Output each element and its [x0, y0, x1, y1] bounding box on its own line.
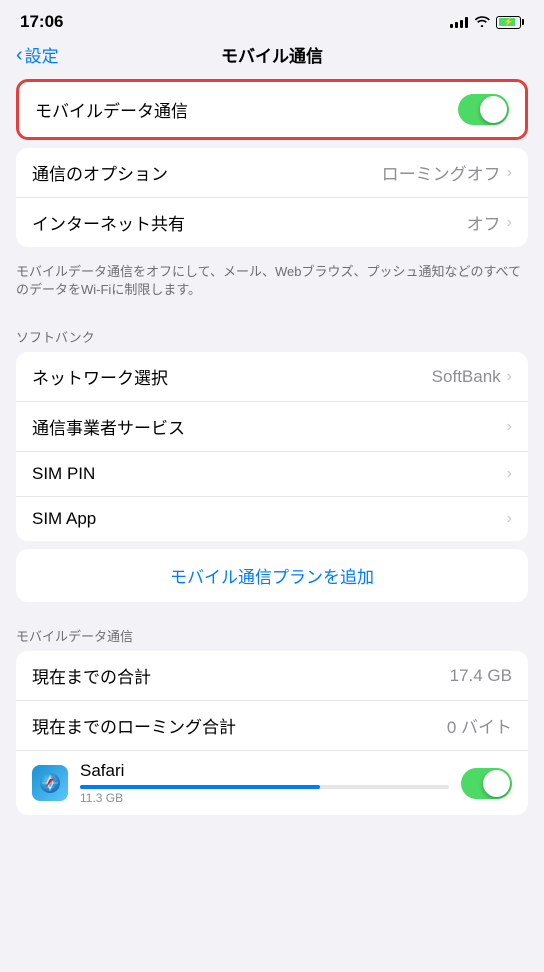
mobile-data-note: モバイルデータ通信をオフにして、メール、Webブラウズ、プッシュ通知などのすべて… [0, 255, 544, 311]
back-chevron-icon: ‹ [16, 45, 23, 65]
usage-section-label: モバイルデータ通信 [0, 610, 544, 651]
hotspot-chevron-icon: › [507, 214, 512, 232]
toggle-thumb [480, 96, 507, 123]
roaming-usage-row: 現在までのローミング合計 0 バイト [16, 701, 528, 751]
sim-app-label: SIM App [32, 509, 96, 529]
carrier-service-right: › [507, 418, 512, 436]
mobile-data-row: モバイルデータ通信 [19, 82, 525, 137]
mobile-data-label: モバイルデータ通信 [35, 97, 188, 122]
sim-app-row[interactable]: SIM App › [16, 497, 528, 541]
back-label: 設定 [25, 42, 59, 67]
hotspot-value-group: オフ › [467, 210, 512, 235]
mobile-data-card: モバイルデータ通信 [16, 79, 528, 140]
carrier-card: ネットワーク選択 SoftBank › 通信事業者サービス › SIM PIN … [16, 352, 528, 541]
safari-toggle-thumb [483, 770, 510, 797]
options-value-group: ローミングオフ › [382, 160, 512, 185]
roaming-value: 0 バイト [447, 713, 512, 738]
safari-app-row: Safari 11.3 GB [16, 751, 528, 815]
status-bar: 17:06 ⚡ [0, 0, 544, 38]
carrier-service-chevron-icon: › [507, 418, 512, 436]
network-value: SoftBank [432, 367, 501, 387]
back-button[interactable]: ‹ 設定 [16, 42, 59, 67]
network-value-group: SoftBank › [432, 367, 512, 387]
safari-toggle[interactable] [461, 768, 512, 799]
status-icons: ⚡ [450, 15, 524, 30]
hotspot-row[interactable]: インターネット共有 オフ › [16, 198, 528, 247]
content-area: モバイルデータ通信 通信のオプション ローミングオフ › インターネット共有 オ… [0, 79, 544, 971]
network-chevron-icon: › [507, 368, 512, 386]
roaming-label: 現在までのローミング合計 [32, 713, 236, 738]
safari-usage-bar [80, 785, 320, 789]
safari-row-right [461, 768, 512, 799]
sim-app-chevron-icon: › [507, 510, 512, 528]
status-time: 17:06 [20, 12, 63, 32]
safari-app-info: Safari 11.3 GB [80, 761, 449, 805]
options-card: 通信のオプション ローミングオフ › インターネット共有 オフ › [16, 148, 528, 247]
hotspot-label: インターネット共有 [32, 210, 185, 235]
sim-pin-row[interactable]: SIM PIN › [16, 452, 528, 497]
add-plan-button[interactable]: モバイル通信プランを追加 [16, 549, 528, 602]
add-plan-card: モバイル通信プランを追加 [16, 549, 528, 602]
carrier-section-label: ソフトバンク [0, 311, 544, 352]
sim-pin-right: › [507, 465, 512, 483]
hotspot-value: オフ [467, 210, 501, 235]
safari-app-name: Safari [80, 761, 449, 781]
options-value: ローミングオフ [382, 160, 501, 185]
nav-bar: ‹ 設定 モバイル通信 [0, 38, 544, 79]
safari-usage-amount: 11.3 GB [80, 791, 449, 805]
options-chevron-icon: › [507, 164, 512, 182]
safari-usage-bar-wrap [80, 785, 449, 789]
carrier-service-row[interactable]: 通信事業者サービス › [16, 402, 528, 452]
sim-pin-label: SIM PIN [32, 464, 95, 484]
safari-icon [32, 765, 68, 801]
total-usage-row: 現在までの合計 17.4 GB [16, 651, 528, 701]
network-label: ネットワーク選択 [32, 364, 168, 389]
carrier-service-label: 通信事業者サービス [32, 414, 185, 439]
battery-icon: ⚡ [496, 16, 524, 29]
wifi-icon [474, 15, 490, 30]
total-usage-value: 17.4 GB [450, 666, 512, 686]
options-label: 通信のオプション [32, 160, 168, 185]
options-row[interactable]: 通信のオプション ローミングオフ › [16, 148, 528, 198]
sim-pin-chevron-icon: › [507, 465, 512, 483]
network-selection-row[interactable]: ネットワーク選択 SoftBank › [16, 352, 528, 402]
usage-card: 現在までの合計 17.4 GB 現在までのローミング合計 0 バイト [16, 651, 528, 815]
total-usage-label: 現在までの合計 [32, 663, 151, 688]
sim-app-right: › [507, 510, 512, 528]
page-title: モバイル通信 [221, 42, 323, 67]
add-plan-label: モバイル通信プランを追加 [170, 563, 374, 588]
signal-icon [450, 16, 468, 28]
mobile-data-toggle[interactable] [458, 94, 509, 125]
